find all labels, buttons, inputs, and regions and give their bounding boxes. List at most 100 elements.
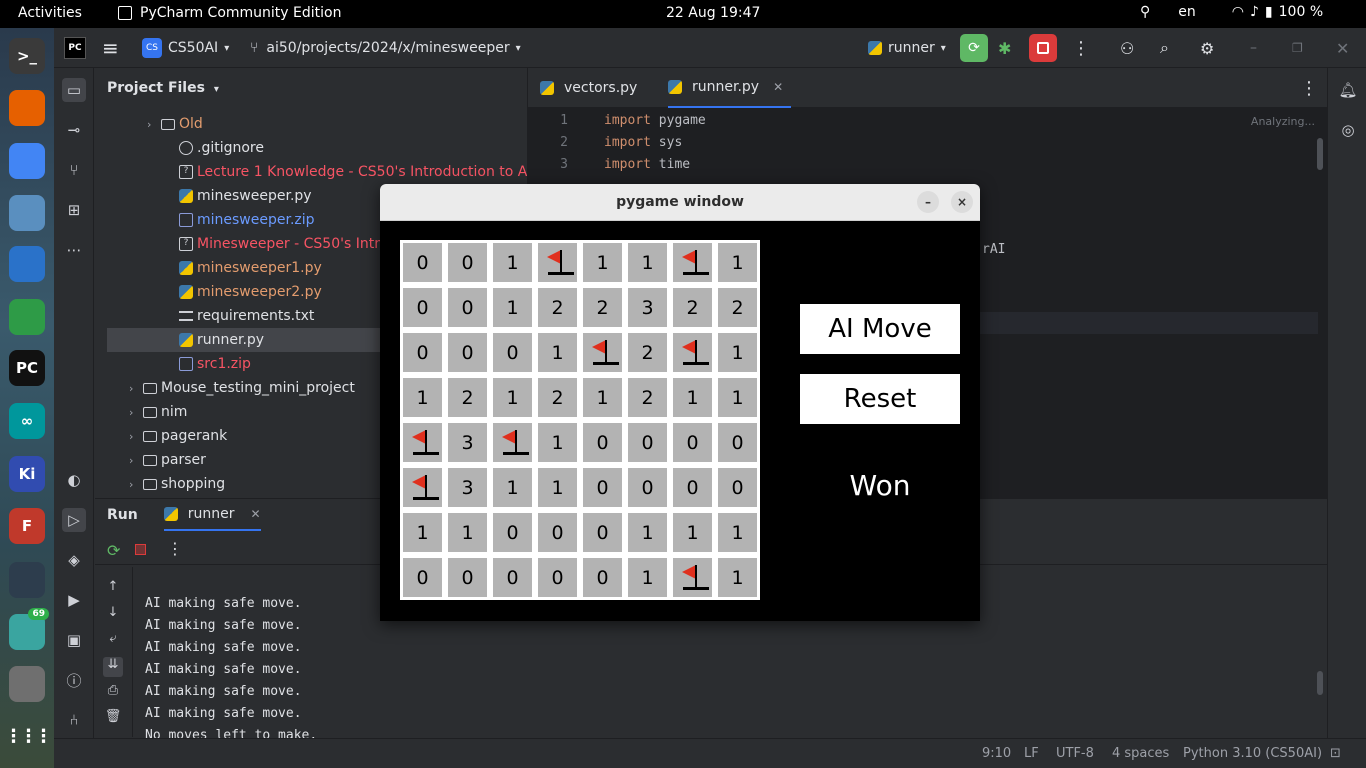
code-line[interactable]: 2 import sys <box>528 131 1318 153</box>
revealed-cell[interactable]: 1 <box>673 513 712 552</box>
pull-request-icon[interactable]: ⑂ <box>62 158 86 182</box>
scroll-down-icon[interactable]: ↓ <box>103 605 123 625</box>
indent-setting[interactable]: 4 spaces <box>1112 746 1169 761</box>
revealed-cell[interactable]: 0 <box>538 513 577 552</box>
revealed-cell[interactable]: 1 <box>718 333 757 372</box>
stop-button[interactable] <box>1029 28 1057 68</box>
stop-icon[interactable] <box>135 544 146 555</box>
close-tab-icon[interactable]: ✕ <box>250 507 260 521</box>
flagged-cell[interactable] <box>493 423 532 462</box>
notifications-bell-icon[interactable]: 🔔︎ <box>1336 78 1360 102</box>
revealed-cell[interactable]: 1 <box>493 378 532 417</box>
output-scrollbar[interactable] <box>1317 671 1323 695</box>
problems-icon[interactable]: ⓘ <box>62 668 86 692</box>
revealed-cell[interactable]: 1 <box>538 468 577 507</box>
trash-icon[interactable]: 🗑︎ <box>103 709 123 729</box>
revealed-cell[interactable]: 1 <box>583 243 622 282</box>
terminal-icon[interactable]: ▣ <box>62 628 86 652</box>
minimize-icon[interactable]: – <box>1250 28 1257 68</box>
scroll-up-icon[interactable]: ↑ <box>103 579 123 599</box>
tree-item[interactable]: › Old <box>107 112 527 136</box>
revealed-cell[interactable]: 0 <box>538 558 577 597</box>
rerun-icon[interactable]: ⟳ <box>107 541 120 560</box>
flagged-cell[interactable] <box>403 468 442 507</box>
flagged-cell[interactable] <box>673 558 712 597</box>
reset-button[interactable]: Reset <box>800 374 960 424</box>
revealed-cell[interactable]: 0 <box>583 468 622 507</box>
revealed-cell[interactable]: 0 <box>448 333 487 372</box>
revealed-cell[interactable]: 0 <box>673 423 712 462</box>
chevron-right-icon[interactable]: › <box>129 406 143 419</box>
revealed-cell[interactable]: 0 <box>448 288 487 327</box>
revealed-cell[interactable]: 0 <box>718 468 757 507</box>
commit-icon[interactable]: ⊸ <box>62 118 86 142</box>
flagged-cell[interactable] <box>403 423 442 462</box>
revealed-cell[interactable]: 1 <box>403 378 442 417</box>
monitor-icon[interactable] <box>9 562 45 598</box>
file-encoding[interactable]: UTF-8 <box>1056 746 1094 761</box>
freecad-icon[interactable]: F <box>9 508 45 544</box>
chevron-right-icon[interactable]: › <box>129 430 143 443</box>
line-separator[interactable]: LF <box>1024 746 1039 761</box>
arduino-icon[interactable]: ∞ <box>9 403 45 439</box>
app-menu[interactable]: PyCharm Community Edition <box>118 5 341 21</box>
maximize-icon[interactable]: ❐ <box>1292 28 1303 68</box>
debug-icon[interactable]: ✱ <box>998 28 1011 68</box>
close-icon[interactable]: ✕ <box>1336 28 1349 68</box>
revealed-cell[interactable]: 2 <box>628 378 667 417</box>
revealed-cell[interactable]: 3 <box>628 288 667 327</box>
ai-assistant-icon[interactable]: ◎ <box>1336 118 1360 142</box>
chevron-right-icon[interactable]: › <box>129 454 143 467</box>
run-tool-icon[interactable]: ▷ <box>62 508 86 532</box>
project-selector[interactable]: CS CS50AI ▾ <box>142 28 229 68</box>
revealed-cell[interactable]: 1 <box>718 558 757 597</box>
tree-item[interactable]: ? Lecture 1 Knowledge - CS50's Introducti… <box>107 160 527 184</box>
revealed-cell[interactable]: 1 <box>718 513 757 552</box>
revealed-cell[interactable]: 1 <box>493 243 532 282</box>
vcs-path[interactable]: ⑂ ai50/projects/2024/x/minesweeper ▾ <box>250 28 521 68</box>
tab-vectors[interactable]: vectors.py <box>540 68 637 108</box>
project-folder-icon[interactable]: ▭ <box>62 78 86 102</box>
pygame-minimize-button[interactable]: – <box>917 191 939 213</box>
revealed-cell[interactable]: 0 <box>403 288 442 327</box>
lock-icon[interactable]: ⊡ <box>1330 746 1341 761</box>
flagged-cell[interactable] <box>673 333 712 372</box>
revealed-cell[interactable]: 0 <box>673 468 712 507</box>
code-line[interactable]: 1 import pygame <box>528 109 1318 131</box>
revealed-cell[interactable]: 0 <box>493 558 532 597</box>
revealed-cell[interactable]: 1 <box>628 558 667 597</box>
revealed-cell[interactable]: 0 <box>628 468 667 507</box>
settings-gear-icon[interactable]: ⚙ <box>1200 28 1214 68</box>
project-panel-title[interactable]: Project Files ▾ <box>107 80 219 96</box>
chevron-right-icon[interactable]: › <box>129 382 143 395</box>
revealed-cell[interactable]: 0 <box>448 243 487 282</box>
revealed-cell[interactable]: 2 <box>628 333 667 372</box>
revealed-cell[interactable]: 0 <box>403 333 442 372</box>
revealed-cell[interactable]: 1 <box>718 243 757 282</box>
revealed-cell[interactable]: 1 <box>448 513 487 552</box>
print-icon[interactable]: ⎙ <box>103 683 123 703</box>
rerun-button[interactable]: ⟳ <box>960 28 988 68</box>
revealed-cell[interactable]: 1 <box>628 243 667 282</box>
revealed-cell[interactable]: 2 <box>448 378 487 417</box>
activities-button[interactable]: Activities <box>18 5 82 21</box>
clock[interactable]: 22 Aug 19:47 <box>666 5 760 21</box>
revealed-cell[interactable]: 0 <box>403 558 442 597</box>
flagged-cell[interactable] <box>538 243 577 282</box>
kicad-icon[interactable]: Ki <box>9 456 45 492</box>
git-icon[interactable]: ⑃ <box>62 708 86 732</box>
more-options-icon[interactable]: ⋮ <box>167 539 183 558</box>
python-console-icon[interactable]: ◐ <box>62 468 86 492</box>
chevron-right-icon[interactable]: › <box>129 478 143 491</box>
revealed-cell[interactable]: 1 <box>538 333 577 372</box>
revealed-cell[interactable]: 1 <box>718 378 757 417</box>
revealed-cell[interactable]: 0 <box>718 423 757 462</box>
revealed-cell[interactable]: 0 <box>403 243 442 282</box>
tree-item[interactable]: .gitignore <box>107 136 527 160</box>
accessibility-icon[interactable]: ⚲ <box>1140 4 1150 20</box>
revealed-cell[interactable]: 2 <box>538 288 577 327</box>
apps-grid-icon[interactable]: ⋮⋮⋮ <box>5 718 53 754</box>
more-tools-icon[interactable]: ⋯ <box>62 238 86 262</box>
pycharm-icon[interactable]: PC <box>9 350 45 386</box>
revealed-cell[interactable]: 2 <box>673 288 712 327</box>
